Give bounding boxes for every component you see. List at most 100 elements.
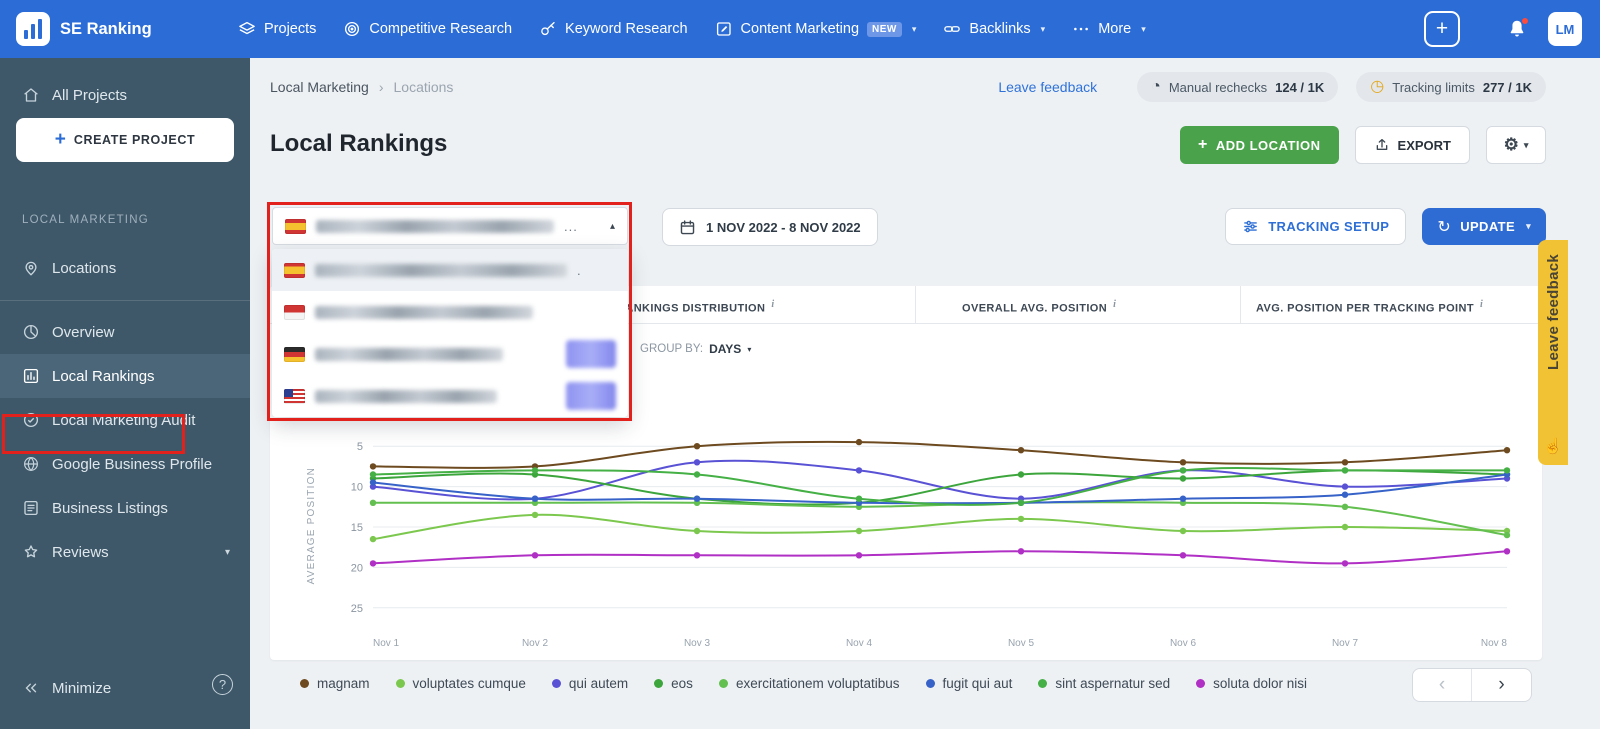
nav-label: Backlinks	[969, 21, 1031, 37]
legend-label: eos	[671, 676, 693, 691]
chevron-down-icon: ▾	[911, 23, 917, 34]
manual-rechecks-label: Manual rechecks	[1168, 79, 1268, 95]
svg-text:5: 5	[357, 441, 363, 453]
tracking-setup-label: TRACKING SETUP	[1268, 219, 1390, 234]
plus-icon: +	[1197, 136, 1208, 153]
plus-icon: +	[54, 129, 66, 150]
info-icon: i	[1113, 299, 1117, 310]
sidebar-item-reviews[interactable]: Reviews ▾	[0, 530, 250, 574]
sidebar-item-locations[interactable]: Locations	[0, 250, 250, 286]
legend-dot-icon	[300, 679, 309, 688]
legend-item[interactable]: exercitationem voluptatibus	[718, 676, 900, 691]
legend-item[interactable]: qui autem	[551, 676, 628, 691]
tab-avg-position-per-tracking-point[interactable]: AVG. POSITION PER TRACKING POINT i	[1256, 286, 1483, 324]
location-option[interactable]	[272, 375, 628, 417]
nav-projects[interactable]: Projects	[238, 20, 316, 38]
notifications-button[interactable]	[1506, 17, 1529, 40]
svg-text:Nov 3: Nov 3	[684, 638, 711, 649]
tracking-limits-value: 277 / 1K	[1482, 79, 1532, 95]
nav-content-marketing[interactable]: Content Marketing NEW ▾	[715, 20, 917, 38]
target-icon	[343, 20, 361, 38]
pager-next-button[interactable]: ›	[1472, 669, 1531, 701]
legend-dot-icon	[1196, 679, 1206, 688]
create-project-label: CREATE PROJECT	[73, 133, 196, 147]
legend-dot-icon	[925, 679, 935, 688]
legend-item[interactable]: soluta dolor nisi	[1196, 676, 1307, 691]
blurred-location-name	[315, 263, 567, 277]
tracking-setup-button[interactable]: TRACKING SETUP	[1225, 208, 1407, 245]
clock-icon: ◷	[1370, 78, 1385, 95]
legend-item[interactable]: eos	[654, 676, 693, 691]
export-button[interactable]: EXPORT	[1354, 126, 1470, 164]
breadcrumb-item[interactable]: Locations	[394, 79, 454, 95]
pencil-square-icon	[715, 20, 733, 38]
logo-icon	[16, 12, 50, 46]
app-logo[interactable]: SE Ranking	[16, 12, 152, 46]
nav-competitive-research[interactable]: Competitive Research	[343, 20, 512, 38]
list-box-icon	[22, 499, 40, 517]
date-range-picker[interactable]: 1 NOV 2022 - 8 NOV 2022	[662, 208, 878, 246]
bell-icon	[1506, 20, 1528, 44]
manual-rechecks-badge: ◔ Manual rechecks 124 / 1K	[1137, 72, 1339, 102]
help-button[interactable]: ?	[212, 674, 233, 695]
spain-flag-icon	[285, 218, 306, 234]
legend-label: exercitationem voluptatibus	[735, 676, 900, 691]
notification-dot	[1521, 17, 1529, 25]
location-option[interactable]	[272, 333, 628, 375]
user-avatar[interactable]: LM	[1548, 12, 1582, 46]
sidebar-item-overview[interactable]: Overview	[0, 310, 250, 354]
link-icon	[943, 20, 961, 38]
sidebar-item-label: Local Marketing Audit	[52, 411, 196, 429]
globe-icon	[22, 455, 40, 473]
nav-backlinks[interactable]: Backlinks ▾	[943, 20, 1045, 38]
calendar-icon	[679, 219, 696, 236]
location-dropdown-trigger[interactable]: ... ▴	[272, 207, 628, 245]
legend-pager: ‹ ›	[1412, 668, 1532, 702]
sidebar-item-all-projects[interactable]: All Projects	[0, 78, 250, 112]
sidebar-item-business-listings[interactable]: Business Listings	[0, 486, 250, 530]
brand-name: SE Ranking	[60, 19, 152, 38]
legend-item[interactable]: voluptates cumque	[395, 676, 526, 691]
sidebar-item-local-marketing-audit[interactable]: Local Marketing Audit	[0, 398, 250, 442]
quick-add-button[interactable]: +	[1424, 11, 1460, 47]
sidebar-item-google-business-profile[interactable]: Google Business Profile	[0, 442, 250, 486]
group-by-control[interactable]: GROUP BY: DAYS ▾	[640, 342, 751, 356]
pointing-hand-icon: ☝	[1543, 438, 1563, 455]
leave-feedback-tab[interactable]: Leave feedback ☝	[1538, 240, 1568, 465]
location-option[interactable]: .	[272, 249, 628, 291]
create-project-button[interactable]: + CREATE PROJECT	[16, 118, 234, 162]
svg-text:Nov 8: Nov 8	[1481, 638, 1508, 649]
add-location-label: ADD LOCATION	[1215, 137, 1321, 153]
sidebar-item-local-rankings[interactable]: Local Rankings	[0, 354, 250, 398]
feedback-tab-label: Leave feedback	[1544, 254, 1562, 370]
location-option[interactable]	[272, 291, 628, 333]
se-ranking-app: SE Ranking Projects Competitive Research…	[0, 0, 1600, 729]
pager-prev-button[interactable]: ‹	[1413, 669, 1472, 701]
sidebar-section-title: LOCAL MARKETING	[22, 214, 149, 226]
blurred-location-name	[315, 389, 497, 403]
update-button[interactable]: ↻ UPDATE ▾	[1422, 208, 1546, 245]
leave-feedback-link[interactable]: Leave feedback	[998, 79, 1097, 95]
nav-keyword-research[interactable]: Keyword Research	[539, 20, 688, 38]
nav-more[interactable]: More ▾	[1072, 20, 1146, 38]
legend-item[interactable]: magnam	[300, 676, 370, 691]
sliders-icon	[1242, 218, 1259, 235]
indonesia-flag-icon	[284, 304, 305, 320]
add-location-button[interactable]: + ADD LOCATION	[1179, 126, 1339, 164]
legend-item[interactable]: fugit qui aut	[925, 676, 1012, 691]
settings-button[interactable]: ⚙ ▾	[1486, 126, 1546, 164]
bar-chart-icon	[22, 367, 40, 385]
legend-dot-icon	[551, 679, 561, 688]
tab-overall-avg-position[interactable]: OVERALL AVG. POSITION i	[962, 286, 1116, 324]
gear-icon: ⚙	[1503, 135, 1519, 154]
new-badge: NEW	[867, 21, 902, 37]
home-icon	[22, 86, 40, 104]
collapse-icon	[22, 679, 40, 697]
legend-label: soluta dolor nisi	[1213, 676, 1307, 691]
nav-label: Content Marketing	[740, 21, 860, 37]
breadcrumb-item[interactable]: Local Marketing	[270, 79, 369, 95]
svg-text:Nov 4: Nov 4	[846, 638, 873, 649]
tab-rankings-distribution[interactable]: RANKINGS DISTRIBUTION i	[617, 286, 775, 324]
legend-item[interactable]: sint aspernatur sed	[1038, 676, 1170, 691]
info-icon: i	[771, 299, 775, 310]
